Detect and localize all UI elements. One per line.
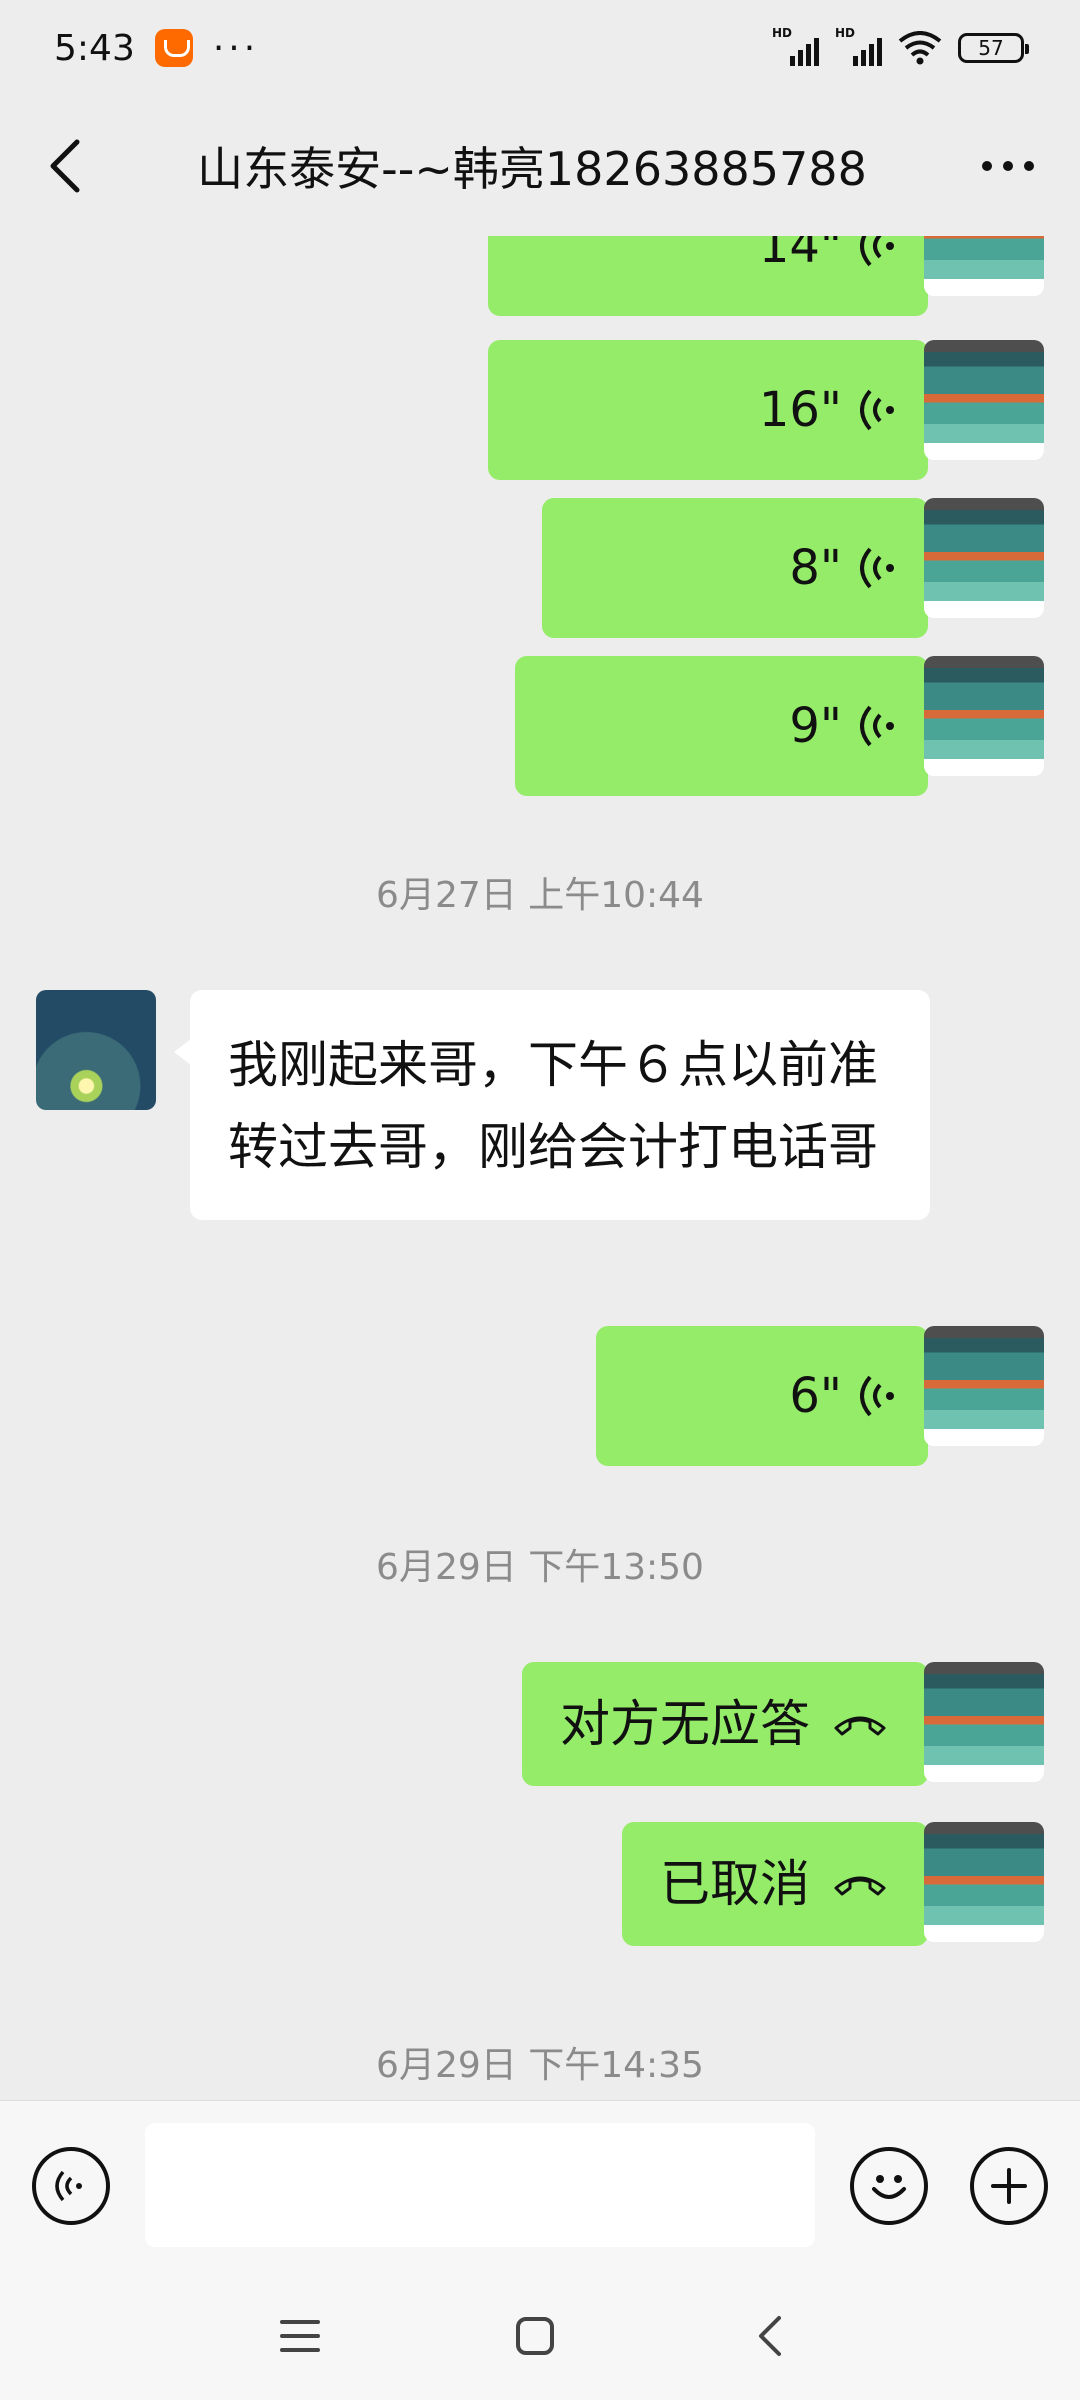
signal-icon-1: HD: [772, 26, 819, 66]
message-row: 16": [0, 340, 1080, 480]
signal-icon-2: HD: [835, 26, 882, 66]
my-avatar[interactable]: [924, 656, 1044, 776]
taobao-notification-icon: [154, 29, 193, 67]
battery-icon: 57: [958, 33, 1029, 63]
chat-messages[interactable]: 14" 16" 8" 9" 6月27日 上午10:44 我刚起来哥，下午６点以前…: [0, 236, 1080, 2100]
message-row: 对方无应答: [0, 1662, 1080, 1786]
voice-wave-icon: [860, 547, 894, 589]
emoji-button[interactable]: [850, 2147, 928, 2225]
back-chevron-icon: [50, 139, 80, 193]
call-status-text: 对方无应答: [560, 1695, 810, 1753]
system-nav-bar: [0, 2270, 1080, 2400]
status-time: 5:43: [54, 27, 135, 69]
voice-message-bubble[interactable]: 16": [488, 340, 944, 480]
call-message-bubble[interactable]: 已取消: [622, 1822, 944, 1946]
voice-duration: 9": [789, 698, 842, 754]
message-row: 6": [0, 1326, 1080, 1466]
voice-duration: 6": [789, 1368, 842, 1424]
text-message-bubble[interactable]: 我刚起来哥，下午６点以前准转过去哥，刚给会计打电话哥: [174, 990, 930, 1220]
home-button[interactable]: [505, 2306, 565, 2366]
voice-wave-icon: [860, 389, 894, 431]
back-button[interactable]: [32, 134, 96, 198]
message-row: 14": [0, 236, 1080, 316]
timestamp: 6月29日 下午13:50: [376, 1547, 704, 1588]
emoji-icon: [872, 2175, 906, 2199]
home-square-icon: [516, 2317, 554, 2355]
wifi-icon: [898, 31, 942, 65]
message-input[interactable]: [145, 2123, 815, 2247]
message-row: 已取消: [0, 1822, 1080, 1946]
voice-duration: 8": [789, 540, 842, 596]
my-avatar[interactable]: [924, 498, 1044, 618]
status-left: 5:43 ···: [54, 28, 259, 69]
message-row: 我刚起来哥，下午６点以前准转过去哥，刚给会计打电话哥: [0, 990, 1080, 1290]
timestamp: 6月27日 上午10:44: [376, 875, 704, 916]
signal-hd-label-1: HD: [772, 26, 793, 40]
status-right: HD HD 57: [772, 26, 1029, 66]
contact-avatar[interactable]: [36, 990, 156, 1110]
timestamp: 6月29日 下午14:35: [376, 2045, 704, 2086]
menu-icon: [280, 2320, 320, 2352]
voice-input-icon: [55, 2170, 82, 2202]
voice-duration: 16": [758, 382, 842, 438]
voice-duration: 14": [758, 236, 842, 274]
status-bar: 5:43 ··· HD HD 57: [0, 0, 1080, 96]
voice-message-bubble[interactable]: 14": [488, 236, 944, 316]
voice-message-bubble[interactable]: 9": [515, 656, 944, 796]
system-back-button[interactable]: [740, 2306, 800, 2366]
more-dots-icon: [982, 161, 1034, 171]
input-bar: [0, 2100, 1080, 2270]
battery-level: 57: [978, 36, 1004, 60]
back-icon: [759, 2316, 781, 2356]
my-avatar[interactable]: [924, 340, 1044, 460]
recent-apps-button[interactable]: [270, 2306, 330, 2366]
chat-title: 山东泰安--~韩亮18263885788: [197, 142, 867, 196]
call-message-bubble[interactable]: 对方无应答: [522, 1662, 944, 1786]
my-avatar[interactable]: [924, 236, 1044, 296]
my-avatar[interactable]: [924, 1326, 1044, 1446]
phone-hangup-icon: [834, 1716, 886, 1736]
phone-hangup-icon: [834, 1876, 886, 1896]
my-avatar[interactable]: [924, 1822, 1044, 1942]
voice-message-bubble[interactable]: 8": [542, 498, 944, 638]
voice-message-bubble[interactable]: 6": [596, 1326, 944, 1466]
voice-wave-icon: [860, 705, 894, 747]
message-text: 我刚起来哥，下午６点以前准转过去哥，刚给会计打电话哥: [228, 1036, 878, 1176]
more-button[interactable]: [968, 134, 1048, 198]
more-notifications-icon: ···: [212, 27, 260, 69]
plus-button[interactable]: [970, 2147, 1048, 2225]
message-row: 9": [0, 656, 1080, 796]
signal-hd-label-2: HD: [835, 26, 856, 40]
voice-toggle-button[interactable]: [32, 2147, 110, 2225]
call-status-text: 已取消: [660, 1855, 810, 1913]
voice-wave-icon: [860, 1375, 894, 1417]
my-avatar[interactable]: [924, 1662, 1044, 1782]
message-row: 8": [0, 498, 1080, 638]
plus-icon: [991, 2168, 1027, 2204]
chat-header: 山东泰安--~韩亮18263885788: [0, 96, 1080, 236]
voice-wave-icon: [860, 236, 894, 267]
